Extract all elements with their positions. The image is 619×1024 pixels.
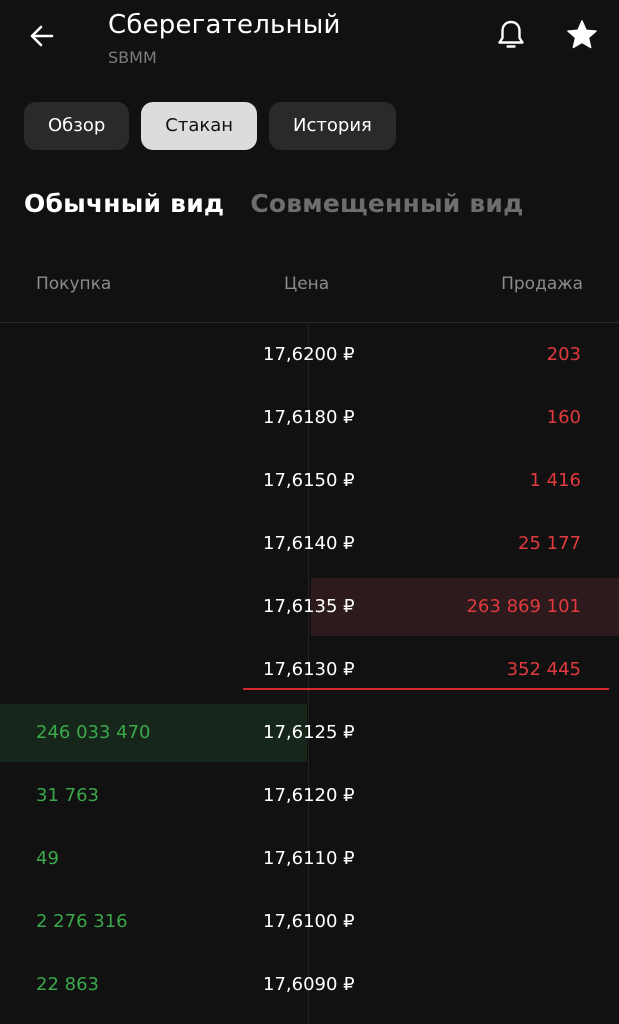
bid-volume: 246 033 470 [36, 722, 151, 743]
bid-price: 17,6125 ₽ [263, 722, 355, 743]
star-icon [567, 20, 597, 49]
bid-price: 17,6120 ₽ [263, 785, 355, 806]
ask-row[interactable]: 17,6140 ₽ 25 177 [0, 512, 619, 575]
column-header-buy: Покупка [36, 274, 112, 294]
bell-icon [498, 20, 524, 48]
spread-line [243, 688, 609, 690]
ask-row[interactable]: 17,6130 ₽ 352 445 [0, 638, 619, 701]
view-normal[interactable]: Обычный вид [24, 185, 224, 223]
ask-price: 17,6200 ₽ [263, 344, 355, 365]
favorite-button[interactable] [563, 16, 601, 54]
view-switcher: Обычный вид Совмещенный вид [24, 185, 524, 223]
tab-order-book[interactable]: Стакан [141, 102, 258, 150]
view-combined[interactable]: Совмещенный вид [250, 185, 523, 223]
ask-volume: 25 177 [518, 533, 581, 554]
bid-row[interactable]: 22 863 17,6090 ₽ [0, 953, 619, 1016]
tab-overview[interactable]: Обзор [24, 102, 130, 150]
ask-row[interactable]: 17,6135 ₽ 263 869 101 [0, 575, 619, 638]
ask-row[interactable]: 17,6180 ₽ 160 [0, 386, 619, 449]
ask-volume: 352 445 [506, 659, 581, 680]
bid-volume: 49 [36, 848, 59, 869]
bid-row[interactable]: 2 276 316 17,6100 ₽ [0, 890, 619, 953]
page-title: Сберегательный [108, 10, 341, 40]
bid-price: 17,6110 ₽ [263, 848, 355, 869]
bid-price: 17,6090 ₽ [263, 974, 355, 995]
column-header-sell: Продажа [501, 274, 583, 294]
column-header-price: Цена [284, 274, 330, 294]
tab-history[interactable]: История [269, 102, 396, 150]
ask-price: 17,6130 ₽ [263, 659, 355, 680]
back-button[interactable] [24, 18, 60, 54]
ask-volume: 160 [546, 407, 581, 428]
ask-volume: 263 869 101 [466, 596, 581, 617]
ask-price: 17,6180 ₽ [263, 407, 355, 428]
ask-price: 17,6140 ₽ [263, 533, 355, 554]
header: Сберегательный SBMM [0, 0, 619, 80]
ask-volume: 203 [546, 344, 581, 365]
notifications-button[interactable] [492, 16, 530, 54]
ask-price: 17,6150 ₽ [263, 470, 355, 491]
bid-row[interactable]: 49 17,6110 ₽ [0, 827, 619, 890]
ask-volume: 1 416 [529, 470, 581, 491]
bid-row[interactable]: 31 763 17,6120 ₽ [0, 764, 619, 827]
bid-row[interactable]: 246 033 470 17,6125 ₽ [0, 701, 619, 764]
bid-volume: 31 763 [36, 785, 99, 806]
bid-volume: 2 276 316 [36, 911, 128, 932]
tab-bar: Обзор Стакан История [24, 102, 396, 150]
bid-volume: 22 863 [36, 974, 99, 995]
arrow-left-icon [30, 25, 54, 47]
ask-row[interactable]: 17,6200 ₽ 203 [0, 323, 619, 386]
ask-row[interactable]: 17,6150 ₽ 1 416 [0, 449, 619, 512]
ticker-label: SBMM [108, 48, 157, 67]
bid-price: 17,6100 ₽ [263, 911, 355, 932]
ask-price: 17,6135 ₽ [263, 596, 355, 617]
